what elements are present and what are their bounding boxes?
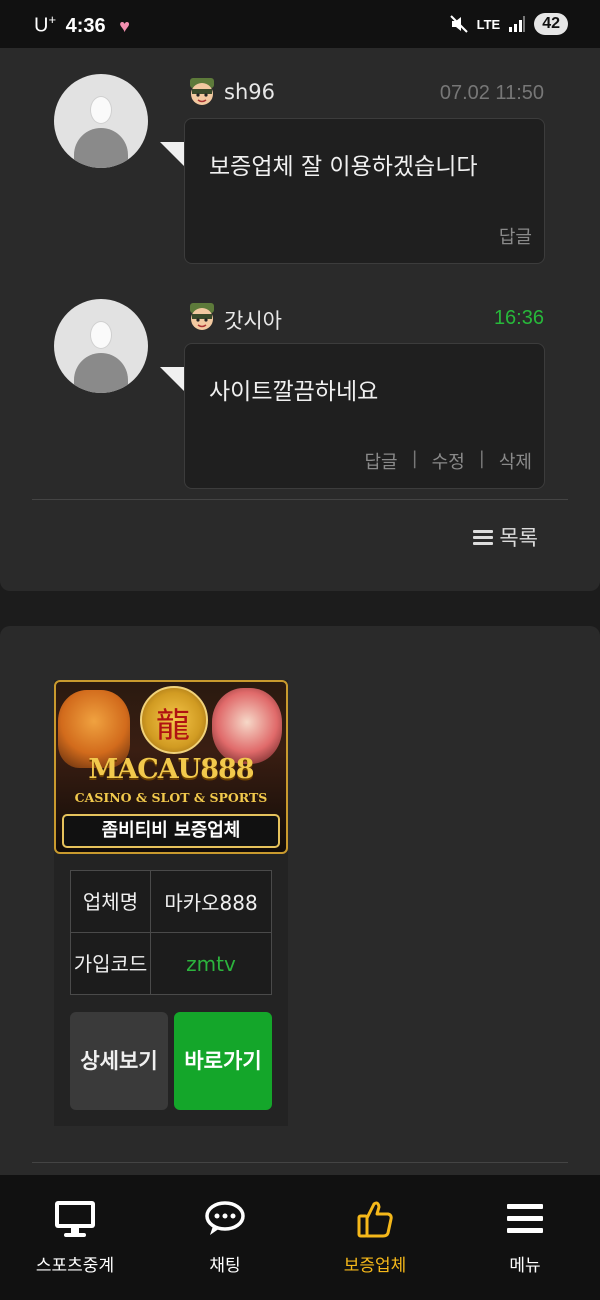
details-button[interactable]: 상세보기 bbox=[70, 1012, 168, 1110]
banner-subtitle: CASINO & SLOT & SPORTS bbox=[74, 790, 268, 805]
company-name-label: 업체명 bbox=[70, 870, 151, 933]
partner-info-table: 업체명 마카오888 가입코드 zmtv bbox=[70, 870, 272, 995]
signup-code-value: zmtv bbox=[150, 932, 272, 995]
list-icon bbox=[473, 527, 494, 548]
divider bbox=[32, 1162, 568, 1163]
carrier-label: U bbox=[34, 14, 49, 37]
dragon-emblem: 龍 bbox=[140, 686, 208, 754]
action-separator: | bbox=[478, 448, 485, 469]
list-button-label: 목록 bbox=[499, 526, 538, 550]
avatar bbox=[54, 299, 148, 393]
banner-tag: 좀비티비 보증업체 bbox=[62, 814, 280, 848]
comment-actions: 답글 | 수정 | 삭제 bbox=[364, 448, 532, 474]
monitor-icon bbox=[55, 1201, 95, 1237]
comment-username: 갓시아 bbox=[224, 309, 282, 333]
carrier-time: U+ 4:36 ♥ bbox=[34, 12, 130, 38]
banner-title: MACAU888 bbox=[88, 754, 254, 785]
partner-banner[interactable]: 龍 MACAU888 CASINO & SLOT & SPORTS 좀비티비 보… bbox=[54, 680, 288, 854]
signal-icon bbox=[509, 16, 526, 32]
comment-time: 16:36 bbox=[493, 307, 544, 329]
thumbs-up-icon bbox=[357, 1201, 393, 1238]
reply-button[interactable]: 답글 bbox=[499, 223, 532, 249]
comment-time: 07.02 11:50 bbox=[439, 82, 544, 104]
user-level-icon bbox=[190, 78, 214, 105]
nav-label: 채팅 bbox=[209, 1256, 241, 1276]
nav-label: 보증업체 bbox=[343, 1256, 407, 1276]
table-row: 가입코드 zmtv bbox=[70, 932, 272, 995]
bubble-tail bbox=[160, 367, 186, 393]
nav-label: 메뉴 bbox=[509, 1256, 541, 1276]
signup-code-label: 가입코드 bbox=[70, 932, 151, 995]
hamburger-menu-icon bbox=[507, 1204, 543, 1233]
table-row: 업체명 마카오888 bbox=[70, 870, 272, 933]
mute-icon bbox=[449, 15, 468, 33]
divider bbox=[32, 499, 568, 500]
nav-label: 스포츠중계 bbox=[35, 1256, 115, 1276]
company-name-value: 마카오888 bbox=[150, 870, 272, 933]
list-button[interactable]: 목록 bbox=[473, 522, 538, 552]
bottom-nav: 스포츠중계 채팅 보증업체 메뉴 bbox=[0, 1175, 600, 1300]
delete-button[interactable]: 삭제 bbox=[499, 448, 532, 474]
battery-level: 42 bbox=[534, 13, 568, 35]
network-type: LTE bbox=[476, 16, 501, 32]
partner-box: 龍 MACAU888 CASINO & SLOT & SPORTS 좀비티비 보… bbox=[54, 680, 288, 1126]
comment-bubble: 보증업체 잘 이용하겠습니다 답글 bbox=[184, 118, 545, 264]
comment-text: 보증업체 잘 이용하겠습니다 bbox=[209, 154, 478, 180]
action-separator: | bbox=[411, 448, 418, 469]
carrier-plus: + bbox=[48, 12, 57, 27]
chat-bubble-icon bbox=[205, 1201, 245, 1235]
edit-button[interactable]: 수정 bbox=[432, 448, 465, 474]
go-to-site-button[interactable]: 바로가기 bbox=[174, 1012, 272, 1110]
comments-card: sh96 07.02 11:50 보증업체 잘 이용하겠습니다 답글 갓시아 1… bbox=[0, 48, 600, 591]
comment-actions: 답글 bbox=[499, 223, 532, 249]
nav-guaranteed-partners[interactable]: 보증업체 bbox=[300, 1175, 450, 1300]
comment-bubble: 사이트깔끔하네요 답글 | 수정 | 삭제 bbox=[184, 343, 545, 489]
reply-button[interactable]: 답글 bbox=[364, 448, 397, 474]
partner-buttons: 상세보기 바로가기 bbox=[70, 1012, 272, 1110]
partner-card: 龍 MACAU888 CASINO & SLOT & SPORTS 좀비티비 보… bbox=[0, 626, 600, 1186]
lion-dance-image bbox=[212, 688, 282, 764]
avatar bbox=[54, 74, 148, 168]
status-bar: U+ 4:36 ♥ LTE 42 bbox=[0, 0, 600, 48]
user-level-icon bbox=[190, 303, 214, 330]
nav-chat[interactable]: 채팅 bbox=[150, 1175, 300, 1300]
clock: 4:36 bbox=[65, 14, 106, 37]
bubble-tail bbox=[160, 142, 186, 168]
status-icons: LTE 42 bbox=[449, 13, 568, 35]
heart-icon: ♥ bbox=[119, 15, 130, 36]
comment-text: 사이트깔끔하네요 bbox=[209, 379, 379, 405]
nav-menu[interactable]: 메뉴 bbox=[450, 1175, 600, 1300]
comment-username: sh96 bbox=[224, 80, 275, 104]
nav-sports-broadcast[interactable]: 스포츠중계 bbox=[0, 1175, 150, 1300]
